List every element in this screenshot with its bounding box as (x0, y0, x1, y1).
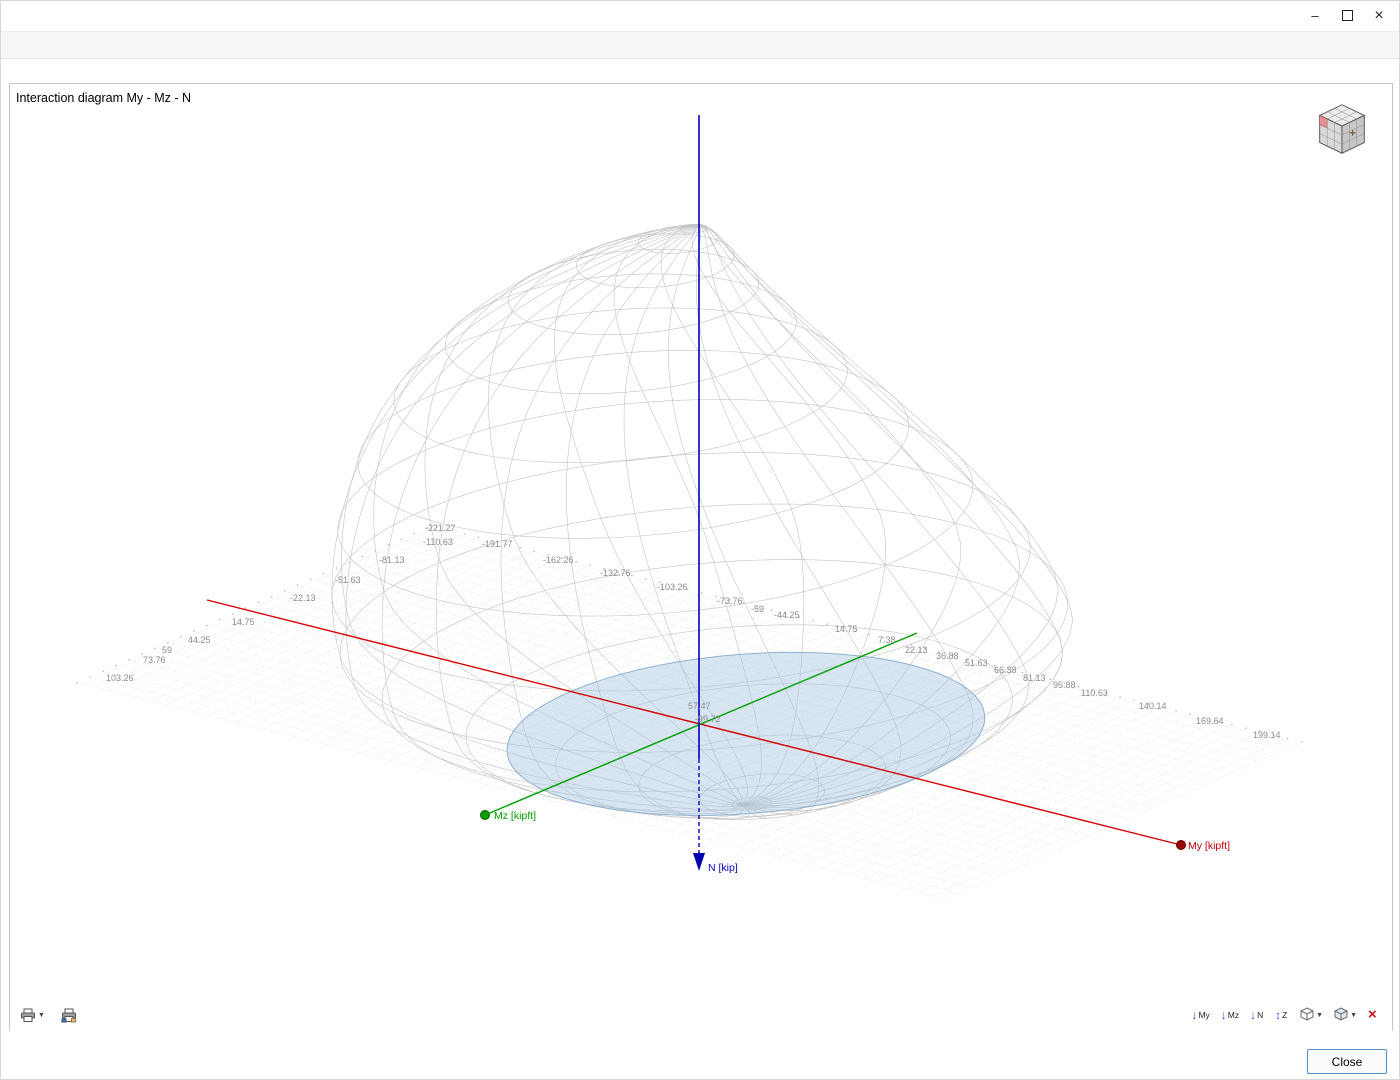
print-toolbar: ▼ (18, 1005, 79, 1025)
tick-label: 95.88 (1053, 680, 1076, 690)
axis-arrow-icon: ↕ (1275, 1010, 1281, 1020)
isometric-view-button-icon (1300, 1007, 1314, 1023)
axis-arrow-icon: ↓ (1191, 1010, 1197, 1020)
tick-label: 51.63 (965, 658, 988, 668)
tick-label: 14.75 (835, 624, 858, 634)
diagram-viewport[interactable]: My [kipft] Mz [kipft] N [kip] -221.27 -110.6… (10, 84, 1392, 1032)
tick-label: -99.72 (695, 714, 721, 724)
close-button[interactable]: Close (1307, 1049, 1387, 1074)
titlebar: – × (1, 1, 1399, 31)
tick-label: -191.77 (482, 539, 513, 549)
maximize-button[interactable] (1331, 3, 1363, 28)
red-x-icon: × (1368, 1008, 1377, 1022)
isometric-view-button[interactable]: ▼ (1298, 1005, 1325, 1025)
tick-label: -132.76 (600, 568, 631, 578)
tick-label: -73.76 (717, 596, 743, 606)
flip-z-button[interactable]: ↕Z (1273, 1005, 1291, 1025)
button-label: Mz (1228, 1010, 1239, 1020)
diagram-panel: Interaction diagram My - Mz - N My [kipf… (9, 83, 1393, 1033)
dropdown-caret-icon[interactable]: ▼ (1350, 1012, 1357, 1019)
tick-label: 73.76 (143, 655, 166, 665)
close-window-button[interactable]: × (1363, 3, 1395, 28)
tick-label: -221.27 (425, 523, 456, 533)
diagram-title: Interaction diagram My - Mz - N (16, 91, 191, 105)
section-ellipse (507, 652, 985, 815)
axis-arrow-icon: ↓ (1250, 1010, 1256, 1020)
tick-label: 57.47 (688, 701, 711, 711)
navigation-cube[interactable] (1310, 96, 1374, 160)
window-controls: – × (1299, 3, 1395, 28)
my-axis-label: My [kipft] (1188, 840, 1230, 852)
projection-button-icon (1334, 1007, 1348, 1023)
button-label: Z (1282, 1010, 1287, 1020)
tick-label: 66.38 (994, 665, 1017, 675)
mz-axis-label: Mz [kipft] (494, 810, 536, 822)
view-along-n-button[interactable]: ↓N (1248, 1005, 1266, 1025)
view-toolbar: ↓My↓Mz↓N↕Z▼▼× (1189, 1005, 1384, 1025)
tick-label: 110.63 (1081, 688, 1108, 698)
projection-button[interactable]: ▼ (1332, 1005, 1359, 1025)
tick-label: 140.14 (1139, 701, 1167, 711)
n-axis-label: N [kip] (708, 862, 738, 874)
dropdown-caret-icon[interactable]: ▼ (1316, 1012, 1323, 1019)
tick-label: -110.63 (423, 537, 453, 547)
tick-label: 36.88 (936, 651, 959, 661)
tick-label: -103.26 (657, 582, 688, 592)
mz-axis-marker (481, 811, 490, 820)
n-axis-arrowhead (693, 853, 705, 871)
tick-label: -162.26 (543, 555, 574, 565)
tick-label: -22.13 (290, 593, 316, 603)
axis-arrow-icon: ↓ (1221, 1010, 1227, 1020)
tick-label: 44.25 (188, 635, 211, 645)
tick-label: 7.38 (878, 635, 896, 645)
dropdown-caret-icon[interactable]: ▼ (38, 1012, 45, 1019)
tick-label: 59 (162, 645, 172, 655)
tick-label: -51.63 (335, 575, 361, 585)
tick-label: 169.64 (1196, 716, 1224, 726)
tick-label: -81.13 (379, 555, 405, 565)
tick-label: 81.13 (1023, 673, 1046, 683)
navigation-cube-icon (1320, 105, 1365, 153)
view-along-mz-button[interactable]: ↓Mz (1219, 1005, 1241, 1025)
print-settings-button[interactable] (59, 1005, 79, 1025)
tick-label: 22.13 (905, 645, 928, 655)
tick-label: 14.75 (232, 617, 255, 627)
app-window: – × Interaction diagram My - Mz - N My [… (0, 0, 1400, 1080)
tick-label: -59 (751, 604, 764, 614)
button-label: My (1198, 1010, 1209, 1020)
view-along-my-button[interactable]: ↓My (1189, 1005, 1211, 1025)
top-toolbar-strip (1, 31, 1399, 59)
dialog-footer: Close (1, 1031, 1399, 1079)
button-label: N (1257, 1010, 1263, 1020)
maximize-icon (1342, 10, 1353, 21)
reset-view-button[interactable]: × (1366, 1005, 1384, 1025)
tick-label: 103.26 (106, 673, 134, 683)
my-axis-marker (1177, 841, 1186, 850)
tick-label: -44.25 (774, 610, 800, 620)
tick-label: 199.14 (1253, 730, 1281, 740)
tick-labels: -221.27 -110.63 -191.77 -162.26 -132.76 -103.… (106, 523, 1281, 740)
print-button[interactable]: ▼ (18, 1005, 47, 1025)
minimize-button[interactable]: – (1299, 3, 1331, 28)
